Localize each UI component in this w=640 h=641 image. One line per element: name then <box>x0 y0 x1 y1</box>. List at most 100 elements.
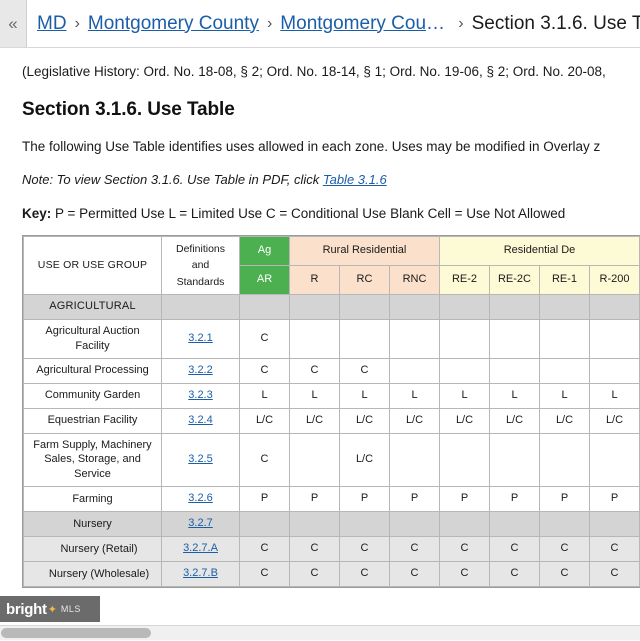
zone-value-rnc: L <box>389 382 440 409</box>
zone-value-re2c <box>489 357 540 384</box>
zone-value-r200 <box>589 318 640 359</box>
zone-value-re2c: P <box>489 486 540 513</box>
zone-value-re2: L/C <box>439 407 490 434</box>
chevron-left-double-icon[interactable]: « <box>0 0 27 47</box>
zone-value-rc: P <box>339 486 390 513</box>
zone-value-ar: C <box>239 536 290 563</box>
zone-value-r <box>289 432 340 488</box>
zone-value-re2 <box>439 318 490 359</box>
zone-value-ar <box>239 511 290 538</box>
scrollbar-thumb[interactable] <box>1 628 151 638</box>
zone-value-r200: L/C <box>589 407 640 434</box>
group-blank-cell <box>589 293 640 320</box>
zone-header-rnc: RNC <box>389 264 440 295</box>
zone-value-rnc <box>389 318 440 359</box>
group-blank-cell <box>489 293 540 320</box>
zone-header-ar: AR <box>239 264 290 295</box>
use-table-body: AGRICULTURAL Agricultural Auction Facili… <box>23 293 640 588</box>
zone-value-re2c: L/C <box>489 407 540 434</box>
definitions-link[interactable]: 3.2.7 <box>188 517 212 529</box>
column-header-definitions: Definitions and Standards <box>161 236 240 295</box>
definitions-ref: 3.2.3 <box>161 382 240 409</box>
zone-value-ar: C <box>239 561 290 588</box>
use-table: USE OR USE GROUP Definitions and Standar… <box>23 236 640 588</box>
column-header-use-group: USE OR USE GROUP <box>23 236 162 295</box>
table-header-group-row: USE OR USE GROUP Definitions and Standar… <box>23 236 640 295</box>
breadcrumb-item-county[interactable]: Montgomery County <box>88 13 259 35</box>
zone-group-residential-detached: Residential De <box>439 236 640 266</box>
zone-value-re1 <box>539 318 590 359</box>
definitions-link[interactable]: 3.2.7.A <box>183 542 218 554</box>
horizontal-scrollbar[interactable] <box>0 625 640 640</box>
key-label: Key: <box>22 205 52 221</box>
zone-value-r200: P <box>589 486 640 513</box>
breadcrumb-bar: « MD › Montgomery County › Montgomery Co… <box>0 0 640 48</box>
definitions-ref: 3.2.6 <box>161 486 240 513</box>
zone-value-r200 <box>589 432 640 488</box>
definitions-line-3: Standards <box>176 275 225 288</box>
table-row: Farm Supply, Machinery Sales, Storage, a… <box>23 432 640 488</box>
zone-value-re2 <box>439 357 490 384</box>
definitions-line-2: and <box>191 259 210 272</box>
key-text: P = Permitted Use L = Limited Use C = Co… <box>55 205 566 221</box>
zone-header-re1: RE-1 <box>539 264 590 295</box>
zone-value-rc <box>339 318 390 359</box>
breadcrumb-item-county-code[interactable]: Montgomery Count… <box>280 13 450 35</box>
group-blank-cell <box>161 293 240 320</box>
zone-value-re1: L/C <box>539 407 590 434</box>
table-pdf-link[interactable]: Table 3.1.6 <box>323 172 387 187</box>
use-name: Farming <box>23 486 162 513</box>
zone-value-re2c: C <box>489 536 540 563</box>
pdf-note: Note: To view Section 3.1.6. Use Table i… <box>22 171 626 190</box>
table-row: Nursery (Wholesale) 3.2.7.B C C C C C C … <box>23 561 640 588</box>
zone-value-re2: L <box>439 382 490 409</box>
zone-value-rc: L/C <box>339 432 390 488</box>
definitions-link[interactable]: 3.2.1 <box>188 332 212 344</box>
zone-value-re2: C <box>439 536 490 563</box>
zone-value-r: L/C <box>289 407 340 434</box>
breadcrumb-separator-icon: › <box>458 14 464 32</box>
definitions-link[interactable]: 3.2.5 <box>188 453 212 465</box>
zone-value-rc: C <box>339 357 390 384</box>
zone-value-r: C <box>289 536 340 563</box>
table-row: Farming 3.2.6 P P P P P P P P <box>23 486 640 513</box>
use-name: Community Garden <box>23 382 162 409</box>
zone-value-rc: C <box>339 561 390 588</box>
use-name: Nursery <box>23 511 162 538</box>
zone-value-rc: L <box>339 382 390 409</box>
zone-header-re2: RE-2 <box>439 264 490 295</box>
zone-value-rnc <box>389 432 440 488</box>
zone-value-r200 <box>589 357 640 384</box>
use-name: Agricultural Auction Facility <box>23 318 162 359</box>
group-label: AGRICULTURAL <box>23 293 162 320</box>
zone-value-r200: C <box>589 561 640 588</box>
definitions-link[interactable]: 3.2.6 <box>188 492 212 504</box>
definitions-ref: 3.2.2 <box>161 357 240 384</box>
zone-value-re2c <box>489 432 540 488</box>
definitions-link[interactable]: 3.2.3 <box>188 389 212 401</box>
breadcrumb-separator-icon: › <box>266 14 273 32</box>
zone-group-rural-residential: Rural Residential <box>289 236 440 266</box>
group-blank-cell <box>289 293 340 320</box>
zone-value-re2c <box>489 511 540 538</box>
zone-value-rc <box>339 511 390 538</box>
zone-value-rnc: C <box>389 561 440 588</box>
zone-value-re2 <box>439 511 490 538</box>
intro-paragraph: The following Use Table identifies uses … <box>22 139 601 155</box>
definitions-ref: 3.2.1 <box>161 318 240 359</box>
zone-value-r200: C <box>589 536 640 563</box>
use-name: Equestrian Facility <box>23 407 162 434</box>
zone-header-re2c: RE-2C <box>489 264 540 295</box>
definitions-link[interactable]: 3.2.4 <box>188 414 212 426</box>
zone-header-r: R <box>289 264 340 295</box>
definitions-ref: 3.2.5 <box>161 432 240 488</box>
zone-value-re1: L <box>539 382 590 409</box>
use-name: Agricultural Processing <box>23 357 162 384</box>
zone-value-re1 <box>539 511 590 538</box>
breadcrumb-item-state[interactable]: MD <box>37 13 67 35</box>
group-blank-cell <box>339 293 390 320</box>
definitions-link[interactable]: 3.2.7.B <box>183 567 218 579</box>
zone-value-ar: L/C <box>239 407 290 434</box>
definitions-link[interactable]: 3.2.2 <box>188 364 212 376</box>
zone-value-rnc <box>389 511 440 538</box>
